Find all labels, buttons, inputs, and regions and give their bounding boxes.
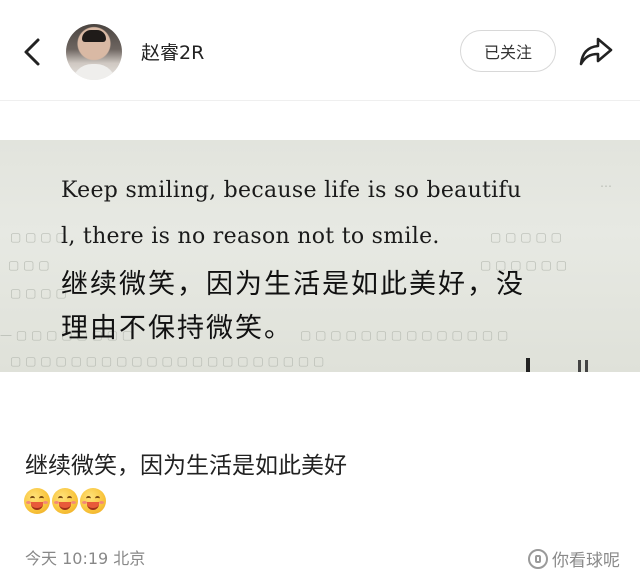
book-background-text: ▢ ▢ ▢ ▢ [10,286,67,300]
post-image[interactable]: … ▢ ▢ ▢ ▢ ▢ ▢ ▢ ▢ ▢ ▢ ▢ ▢ ▢ ▢ ▢ ▢ ▢ ▢ ▢ … [0,140,640,372]
chevron-left-icon [24,38,40,66]
post-timestamp-location: 今天 10:19 北京 [25,549,146,568]
username[interactable]: 赵睿2R [141,38,204,65]
post-header: 赵睿2R 已关注 [0,0,640,104]
watermark: 你看球呢 [528,546,620,571]
avatar-hair [82,30,106,42]
watermark-text: 你看球呢 [552,551,620,571]
share-button[interactable] [576,32,616,72]
grin-emoji-icon [24,488,50,514]
pencil-mark [526,358,530,372]
book-background-text: ▢ ▢ ▢ ▢ ▢ ▢ ▢ ▢ ▢ ▢ ▢ ▢ ▢ ▢ ▢ ▢ ▢ ▢ ▢ ▢ … [10,354,325,368]
avatar[interactable] [66,24,122,80]
share-icon [579,37,613,66]
post-text: 继续微笑，因为生活是如此美好 [25,453,347,479]
image-chinese-line-2: 理由不保持微笑。 [61,313,293,344]
post-page: 赵睿2R 已关注 … ▢ ▢ ▢ ▢ ▢ ▢ ▢ ▢ ▢ ▢ ▢ ▢ ▢ ▢ ▢… [0,0,640,581]
back-button[interactable] [14,34,50,70]
follow-button[interactable]: 已关注 [460,30,556,72]
book-background-text: ▢ ▢ ▢ ▢ [10,230,67,244]
emoji-row [24,488,106,514]
book-background-text: … [600,176,612,190]
book-background-text: ▢ ▢ ▢ [8,258,50,272]
pencil-mark [578,360,588,372]
image-chinese-line-1: 继续微笑，因为生活是如此美好，没 [61,269,525,300]
header-divider [0,100,640,101]
grin-emoji-icon [52,488,78,514]
image-english-line-2: l, there is no reason not to smile. [61,224,440,249]
image-english-line-1: Keep smiling, because life is so beautif… [61,178,522,203]
book-background-text: ▢ ▢ ▢ ▢ ▢ ▢ ▢ ▢ ▢ ▢ ▢ ▢ ▢ ▢ [300,328,509,342]
watermark-logo-icon [528,548,548,569]
grin-emoji-icon [80,488,106,514]
avatar-shirt [72,64,116,80]
book-background-text: ▢ ▢ ▢ ▢ ▢ [490,230,562,244]
